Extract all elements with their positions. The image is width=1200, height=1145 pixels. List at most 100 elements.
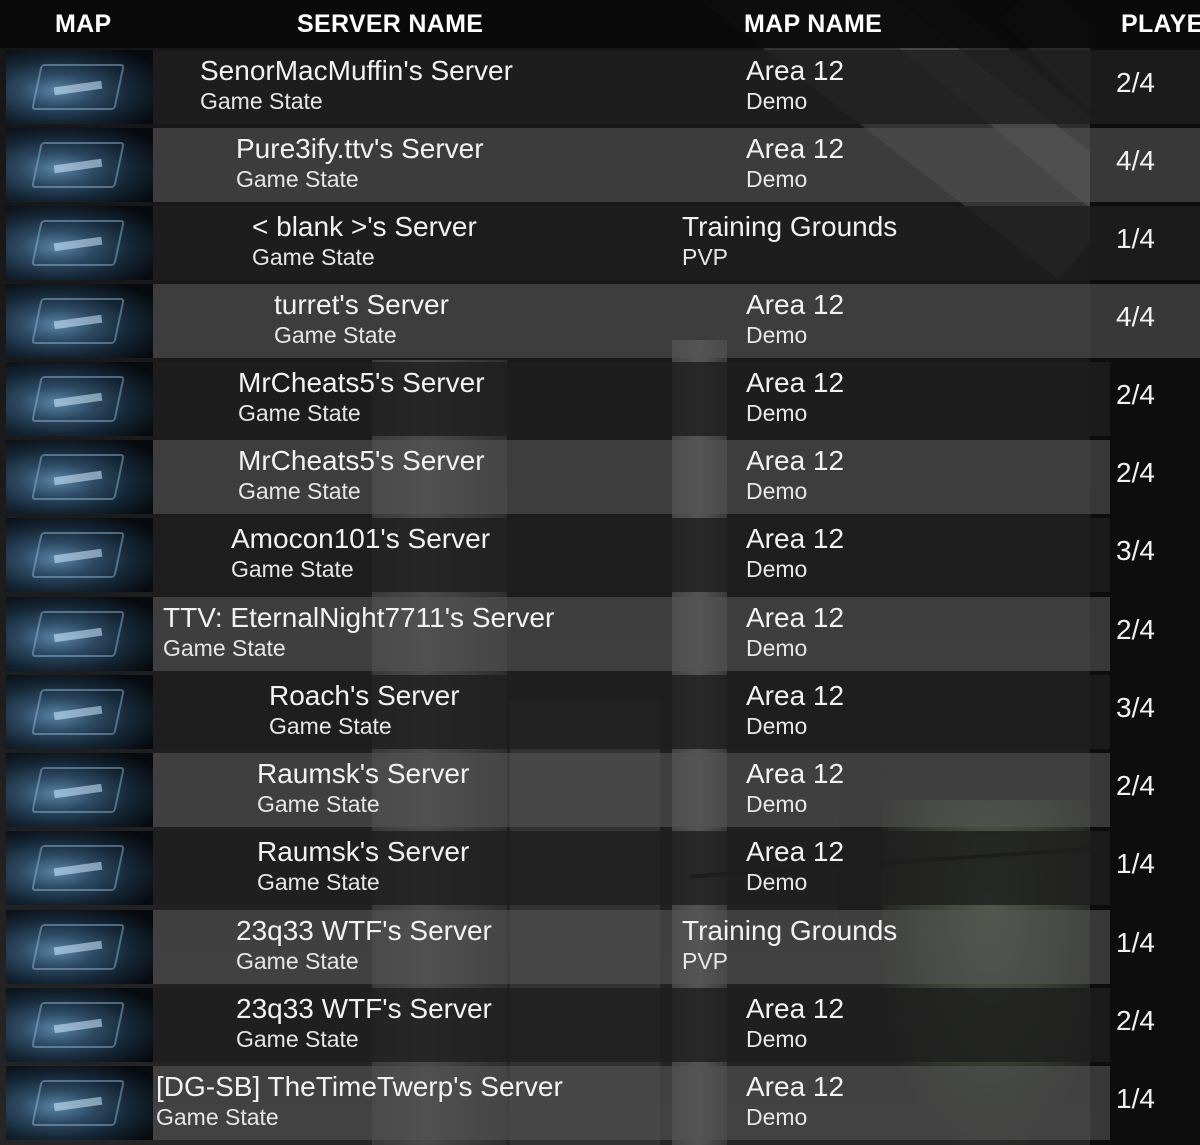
map-name: Area 12 xyxy=(746,993,845,1024)
map-name: Area 12 xyxy=(746,758,845,789)
column-header-map[interactable]: MAP xyxy=(55,0,111,48)
server-row[interactable]: turret's Server Game State Area 12 Demo … xyxy=(0,282,1200,358)
player-count: 2/4 xyxy=(1116,67,1155,98)
player-count: 3/4 xyxy=(1116,692,1155,723)
server-row[interactable]: 23q33 WTF's Server Game State Training G… xyxy=(0,908,1200,984)
server-name: Raumsk's Server xyxy=(257,836,470,867)
player-count: 2/4 xyxy=(1116,457,1155,488)
player-count: 2/4 xyxy=(1116,1005,1155,1036)
game-mode: Demo xyxy=(746,478,808,504)
server-row[interactable]: TTV: EternalNight7711's Server Game Stat… xyxy=(0,595,1200,671)
column-header-bar: MAP SERVER NAME MAP NAME PLAYER xyxy=(0,0,1200,48)
server-row[interactable]: 23q33 WTF's Server Game State Area 12 De… xyxy=(0,986,1200,1062)
server-name: MrCheats5's Server xyxy=(238,445,485,476)
map-name: Area 12 xyxy=(746,133,845,164)
map-thumbnail xyxy=(6,831,153,905)
server-name: Raumsk's Server xyxy=(257,758,470,789)
server-state: Game State xyxy=(274,322,397,348)
game-mode: Demo xyxy=(746,1104,808,1130)
map-thumbnail xyxy=(6,1066,153,1140)
server-name: Amocon101's Server xyxy=(231,523,491,554)
map-name: Area 12 xyxy=(746,523,845,554)
server-row[interactable]: SenorMacMuffin's Server Game State Area … xyxy=(0,48,1200,124)
map-thumbnail xyxy=(6,910,153,984)
server-state: Game State xyxy=(269,713,392,739)
player-count: 4/4 xyxy=(1116,145,1155,176)
map-thumbnail xyxy=(6,518,153,592)
game-mode: Demo xyxy=(746,713,808,739)
player-count: 2/4 xyxy=(1116,614,1155,645)
server-state: Game State xyxy=(236,166,359,192)
server-state: Game State xyxy=(238,478,361,504)
player-count: 1/4 xyxy=(1116,848,1155,879)
map-name: Area 12 xyxy=(746,445,845,476)
server-name: turret's Server xyxy=(274,289,449,320)
game-mode: PVP xyxy=(682,948,729,974)
server-name: 23q33 WTF's Server xyxy=(236,993,492,1024)
game-mode: Demo xyxy=(746,869,808,895)
map-thumbnail xyxy=(6,206,153,280)
server-state: Game State xyxy=(231,556,354,582)
player-count: 1/4 xyxy=(1116,1083,1155,1114)
server-state: Game State xyxy=(252,244,375,270)
server-row[interactable]: < blank >'s Server Game State Training G… xyxy=(0,204,1200,280)
map-name: Area 12 xyxy=(746,1071,845,1102)
server-name: MrCheats5's Server xyxy=(238,367,485,398)
map-name: Area 12 xyxy=(746,55,845,86)
server-row[interactable]: MrCheats5's Server Game State Area 12 De… xyxy=(0,438,1200,514)
server-name: Roach's Server xyxy=(269,680,460,711)
server-name: 23q33 WTF's Server xyxy=(236,915,492,946)
server-browser: MAP SERVER NAME MAP NAME PLAYER SenorMac… xyxy=(0,0,1200,1145)
map-name: Area 12 xyxy=(746,602,845,633)
server-row[interactable]: Amocon101's Server Game State Area 12 De… xyxy=(0,516,1200,592)
server-state: Game State xyxy=(257,869,380,895)
game-mode: Demo xyxy=(746,635,808,661)
column-header-players[interactable]: PLAYER xyxy=(1121,0,1200,48)
column-header-server-name[interactable]: SERVER NAME xyxy=(297,0,483,48)
map-name: Training Grounds xyxy=(682,915,898,946)
game-mode: Demo xyxy=(746,791,808,817)
map-name: Area 12 xyxy=(746,680,845,711)
map-name: Area 12 xyxy=(746,367,845,398)
server-list: SenorMacMuffin's Server Game State Area … xyxy=(0,48,1200,1145)
game-mode: Demo xyxy=(746,1026,808,1052)
server-name: SenorMacMuffin's Server xyxy=(200,55,513,86)
map-name: Area 12 xyxy=(746,289,845,320)
server-state: Game State xyxy=(163,635,286,661)
map-thumbnail xyxy=(6,362,153,436)
player-count: 3/4 xyxy=(1116,535,1155,566)
server-state: Game State xyxy=(257,791,380,817)
game-mode: Demo xyxy=(746,166,808,192)
server-row[interactable]: Pure3ify.ttv's Server Game State Area 12… xyxy=(0,126,1200,202)
game-mode: Demo xyxy=(746,322,808,348)
server-row[interactable]: Raumsk's Server Game State Area 12 Demo … xyxy=(0,751,1200,827)
server-name: < blank >'s Server xyxy=(252,211,477,242)
game-mode: PVP xyxy=(682,244,729,270)
map-thumbnail xyxy=(6,675,153,749)
map-thumbnail xyxy=(6,988,153,1062)
map-name: Training Grounds xyxy=(682,211,898,242)
server-name: TTV: EternalNight7711's Server xyxy=(163,602,555,633)
map-name: Area 12 xyxy=(746,836,845,867)
player-count: 2/4 xyxy=(1116,770,1155,801)
map-thumbnail xyxy=(6,753,153,827)
server-state: Game State xyxy=(236,948,359,974)
server-state: Game State xyxy=(200,88,323,114)
column-header-map-name[interactable]: MAP NAME xyxy=(744,0,882,48)
game-mode: Demo xyxy=(746,556,808,582)
server-name: Pure3ify.ttv's Server xyxy=(236,133,484,164)
game-mode: Demo xyxy=(746,88,808,114)
player-count: 2/4 xyxy=(1116,379,1155,410)
server-state: Game State xyxy=(236,1026,359,1052)
server-row[interactable]: MrCheats5's Server Game State Area 12 De… xyxy=(0,360,1200,436)
player-count: 1/4 xyxy=(1116,927,1155,958)
game-mode: Demo xyxy=(746,400,808,426)
server-row[interactable]: Roach's Server Game State Area 12 Demo 3… xyxy=(0,673,1200,749)
server-name: [DG-SB] TheTimeTwerp's Server xyxy=(156,1071,563,1102)
server-row[interactable]: [DG-SB] TheTimeTwerp's Server Game State… xyxy=(0,1064,1200,1140)
server-state: Game State xyxy=(238,400,361,426)
map-thumbnail xyxy=(6,440,153,514)
server-row[interactable]: Raumsk's Server Game State Area 12 Demo … xyxy=(0,829,1200,905)
map-thumbnail xyxy=(6,597,153,671)
map-thumbnail xyxy=(6,50,153,124)
